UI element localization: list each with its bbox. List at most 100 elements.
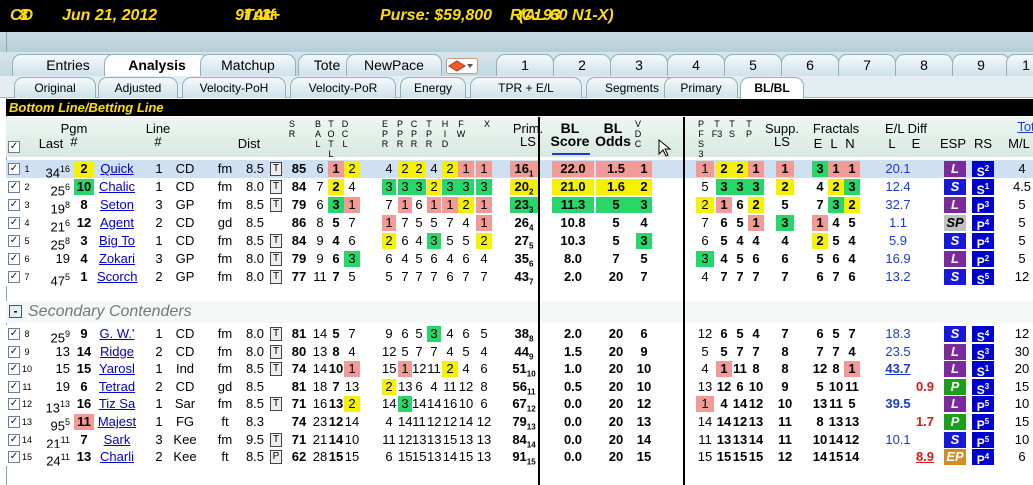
tab-analysis[interactable]: Analysis [104, 54, 210, 78]
cell-el-diff-l: 20.1 [885, 161, 911, 176]
row-checkbox[interactable]: ✓ [8, 163, 20, 175]
row-checkbox[interactable]: ✓ [8, 380, 20, 393]
table-row[interactable]: ✓ 7 475 1 Scorch 2 GP fm 8.0 T 77 11 7 5 5 7 7 7 6 7 7 437 2.0… [6, 268, 1033, 288]
horse-name-link[interactable]: Chalic [97, 179, 137, 195]
table-row[interactable]: ✓ 11 19 6 Tetrad 2 CD gd 8.5 81 18 7 13 2 13 6 4 11 12 8 561… [6, 377, 1033, 397]
row-checkbox[interactable]: ✓ [8, 451, 20, 464]
tab-5[interactable]: 5 [724, 54, 782, 76]
tab-matchup[interactable]: Matchup [200, 54, 296, 76]
row-checkbox[interactable]: ✓ [8, 235, 20, 247]
cell-supp: 6 [781, 251, 789, 266]
horse-name-link[interactable]: Big To [97, 233, 137, 249]
cell-e: 6 [385, 449, 393, 465]
table-row[interactable]: ✓ 6 19 4 Zokari 3 GP fm 8.0 T 79 9 6 3 6 4 5 6 4 6 4 356 8.0 7 5… [6, 250, 1033, 269]
section-title: Bottom Line/Betting Line [6, 99, 1033, 116]
cell-p: 7 [401, 215, 409, 230]
subtab-original[interactable]: Original [14, 77, 96, 98]
cell-bl-odds: 20 [608, 449, 624, 465]
sub-tabs: Original Adjusted Velocity-PoH Velocity-PoR… [0, 76, 1033, 99]
horse-name-link[interactable]: Charli [97, 449, 137, 465]
row-checkbox[interactable]: ✓ [8, 345, 20, 358]
row-checkbox[interactable]: ✓ [8, 398, 20, 411]
select-all-checkbox[interactable]: ✓ [8, 141, 20, 153]
row-checkbox[interactable]: ✓ [8, 271, 20, 283]
row-checkbox[interactable]: ✓ [8, 217, 20, 229]
tab-9[interactable]: 9 [952, 54, 1010, 76]
table-row[interactable]: ✓ 9 13 14 Ridge 2 CD fm 8.0 T 80 13 8 4 12 5 7 7 4 5 4 449 1.5… [6, 342, 1033, 362]
horse-name-link[interactable]: Zokari [97, 251, 137, 267]
row-checkbox[interactable]: ✓ [8, 416, 20, 428]
row-checkbox[interactable]: ✓ [8, 363, 20, 376]
cell-sr: 79 [291, 251, 307, 266]
cell-dc: 5 [348, 269, 356, 284]
table-row[interactable]: ✓ 8 259 9 G. W.' 1 CD fm 8.0 T 81 14 5 7 9 6 5 3 4 6 5 388 2.0… [6, 325, 1033, 345]
horse-name-link[interactable]: Tetrad [97, 379, 137, 395]
cell-ln: 2 [155, 449, 163, 465]
cell-tpp: 8 [752, 361, 760, 377]
tab-7[interactable]: 7 [838, 54, 896, 76]
tab-1[interactable]: 1 [1006, 54, 1033, 76]
cell-fl: 8 [832, 361, 840, 377]
cell-fl: 3 [828, 197, 844, 213]
cell-last: 13 [55, 343, 70, 359]
table-row[interactable]: ✓ 4 216 12 Agent 2 CD gd 8.5 86 8 5 7 1 7 5 5 7 4 1 264 10.8 5… [6, 214, 1033, 234]
newpace-diamond-icon[interactable] [446, 58, 478, 74]
horse-name-link[interactable]: Majest [97, 414, 137, 430]
esp-badge: P [944, 378, 966, 395]
subtab-bl-bl[interactable]: BL/BL [740, 77, 804, 99]
cell-hi: 5 [446, 233, 454, 248]
tab-6[interactable]: 6 [781, 54, 839, 76]
row-checkbox[interactable]: ✓ [8, 433, 20, 446]
cell-x: 7 [480, 269, 488, 284]
cell-fl: 4 [832, 215, 840, 230]
horse-name-link[interactable]: Seton [97, 197, 137, 213]
subtab-energy[interactable]: Energy [400, 77, 466, 98]
cell-bl-odds: 5 [596, 197, 636, 213]
row-checkbox[interactable]: ✓ [8, 199, 20, 211]
table-row[interactable]: ✓ 12 1313 16 Tiz Sa 1 Sar fm 8.5 T 71 16 13 2 14 3 14 14 1… [6, 395, 1033, 416]
subtab-tpr-e-l[interactable]: TPR + E/L [470, 77, 582, 98]
tab-8[interactable]: 8 [895, 54, 953, 76]
mouse-cursor-icon [658, 138, 672, 160]
subtab-velocity-poh[interactable]: Velocity-PoH [182, 77, 286, 98]
horse-name-link[interactable]: Yarosl [97, 361, 137, 377]
table-row[interactable]: ✓ 13 955 11 Majest 1 FG ft 8.3 74 23 12 14 4 14 11 12 12 1… [6, 413, 1033, 433]
cell-e: 12 [382, 343, 397, 359]
table-row[interactable]: ✓ 15 2411 13 Charli 2 Kee ft 8.5 P 62 28 15 15 6 15 15 13… [6, 448, 1033, 469]
tab-newpace[interactable]: NewPace [346, 54, 442, 76]
subtab-velocity-por[interactable]: Velocity-PoR [290, 77, 396, 98]
horse-name-link[interactable]: Sark [97, 432, 137, 448]
row-checkbox[interactable]: ✓ [8, 181, 20, 193]
horse-name-link[interactable]: G. W.' [97, 326, 137, 342]
cell-x: 1 [476, 215, 492, 231]
horse-name-link[interactable]: Quick [97, 161, 137, 177]
cell-sr: 62 [291, 449, 307, 465]
collapse-toggle[interactable]: - [9, 305, 22, 318]
row-checkbox[interactable]: ✓ [8, 253, 20, 265]
table-row[interactable]: ✓ 3 198 8 Seton 3 GP fm 8.5 T 79 6 3 1 7 1 6 1 1 2 1 233 11.3 5… [6, 196, 1033, 216]
horse-name-link[interactable]: Tiz Sa [97, 396, 137, 412]
tab-4[interactable]: 4 [667, 54, 725, 76]
cell-to: 7 [332, 378, 340, 394]
horse-name-link[interactable]: Ridge [97, 344, 137, 360]
row-checkbox[interactable]: ✓ [8, 328, 20, 340]
subtab-primary[interactable]: Primary [664, 77, 738, 98]
table-row[interactable]: ✓ 5 258 3 Big To 1 CD fm 8.5 T 84 9 4 6 2 6 4 3 5 5 2 275 10.3… [6, 232, 1033, 252]
cell-last: 19 [55, 378, 70, 394]
tab-2[interactable]: 2 [553, 54, 611, 76]
cell-prim: 8414 [512, 431, 536, 450]
cell-vdc: 3 [636, 233, 652, 249]
tab-1[interactable]: 1 [496, 54, 554, 76]
table-row[interactable]: ✓ 14 2111 7 Sark 3 Kee fm 9.5 T 71 21 14 10 11 12 13 13 15… [6, 430, 1033, 451]
cell-supp: 10 [777, 396, 793, 412]
table-row[interactable]: ✓ 2 256 10 Chalic 1 CD fm 8.0 T 84 7 2 4 3 3 3 2 3 3 3 202 21.… [6, 178, 1033, 198]
esp-badge: L [944, 396, 966, 413]
table-row[interactable]: ✓ 10 15 15 Yarosl 1 Ind fm 8.5 T 74 14 10 1 15 1 12 11 2 4 6… [6, 360, 1033, 379]
cell-cond: fm [217, 361, 233, 377]
table-row[interactable]: ✓ 1 3416 2 Quick 1 CD fm 8.5 T 85 6 1 2 4 2 2 4 2 1 1 161 22.0… [6, 160, 1033, 180]
tab-3[interactable]: 3 [610, 54, 668, 76]
window-strip [0, 32, 1033, 52]
horse-name-link[interactable]: Scorch [97, 269, 137, 285]
horse-name-link[interactable]: Agent [97, 215, 137, 231]
subtab-adjusted[interactable]: Adjusted [98, 77, 178, 98]
